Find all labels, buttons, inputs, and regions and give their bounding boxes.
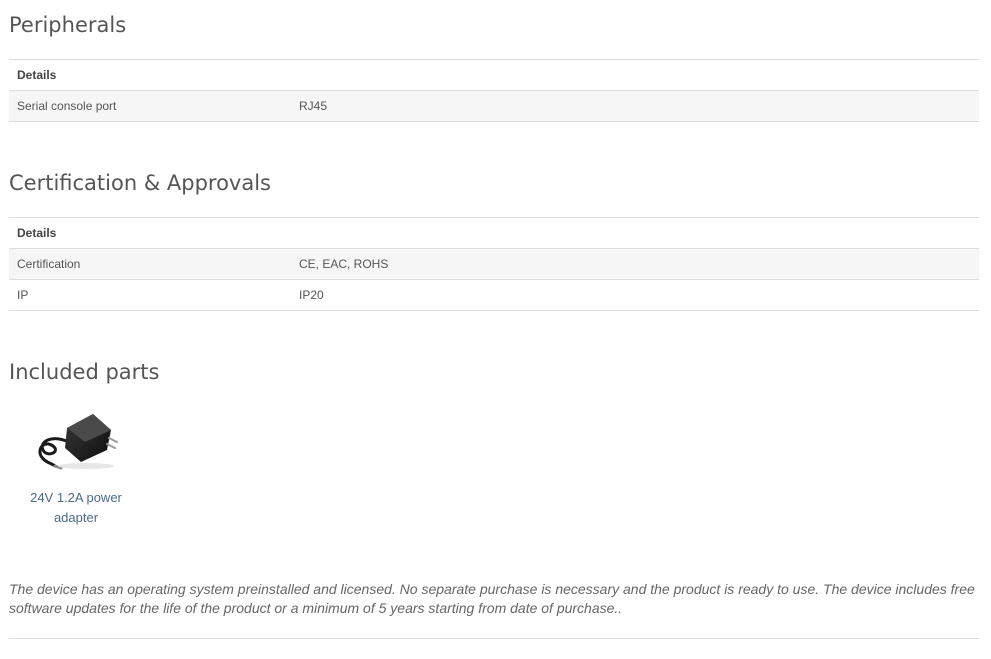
product-spec-page: Peripherals Details Serial console port … [0, 0, 991, 659]
certification-table: Details Certification CE, EAC, ROHS IP I… [9, 217, 979, 311]
spec-value: RJ45 [291, 90, 979, 122]
peripherals-table: Details Serial console port RJ45 [9, 59, 979, 122]
spec-label: Serial console port [9, 90, 291, 122]
table-header: Details [9, 59, 979, 91]
power-adapter-link[interactable]: 24V 1.2A power adapter [20, 488, 132, 528]
spec-value: CE, EAC, ROHS [291, 248, 979, 280]
table-header: Details [9, 217, 979, 249]
table-row: Certification CE, EAC, ROHS [9, 248, 979, 280]
divider [9, 638, 979, 639]
peripherals-title: Peripherals [9, 13, 127, 37]
certification-title: Certification & Approvals [9, 171, 271, 195]
license-note: The device has an operating system prein… [9, 581, 975, 616]
spec-label: Certification [9, 248, 291, 280]
table-row: Serial console port RJ45 [9, 90, 979, 122]
included-parts-title: Included parts [9, 360, 160, 384]
included-part-item[interactable]: 24V 1.2A power adapter [20, 404, 132, 528]
spec-label: IP [9, 279, 291, 311]
power-adapter-image[interactable] [31, 404, 121, 474]
table-row: IP IP20 [9, 279, 979, 311]
table-header-row: Details [9, 217, 979, 249]
spec-value: IP20 [291, 279, 979, 311]
table-header-row: Details [9, 59, 979, 91]
